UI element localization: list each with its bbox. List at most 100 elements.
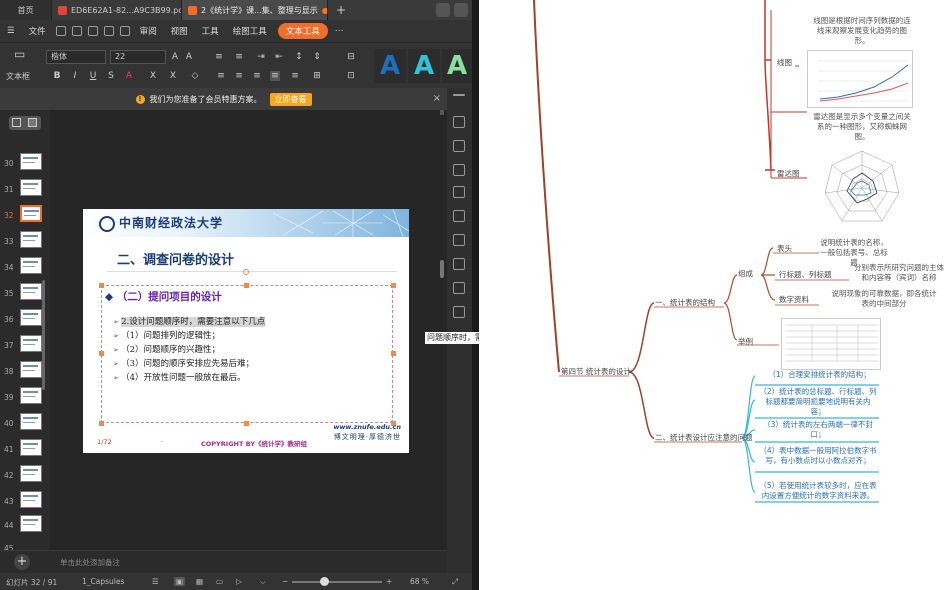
thumbnail[interactable]: 44 (4, 515, 48, 537)
resize-handle[interactable] (99, 421, 104, 426)
thumbnail[interactable]: 31 (4, 179, 48, 201)
line-chart-description[interactable]: 线图是根据时间序列数据的连线来观察发展变化趋势的图形。 (812, 16, 912, 45)
column-icon[interactable]: ⊞ (312, 71, 322, 81)
data-node[interactable]: 数字资料 (779, 294, 809, 305)
sorter-view-icon[interactable]: ▦ (196, 577, 203, 586)
font-shrink-icon[interactable]: A (184, 52, 194, 62)
quick-open-icon[interactable] (55, 26, 66, 36)
adjust-icon[interactable] (453, 258, 465, 270)
animation-icon[interactable] (453, 140, 465, 152)
rotate-handle-icon[interactable] (243, 269, 249, 275)
indent-icon[interactable]: ⇥ (256, 52, 266, 62)
row-col-node[interactable]: 行标题、列标题 (779, 269, 832, 280)
text-style-cyan-icon[interactable]: A (408, 49, 440, 83)
design-note-1[interactable]: （1）合理安排统计表的结构； (757, 370, 882, 380)
canvas-scrollbar[interactable] (440, 260, 444, 278)
thumbnail-scrollbar[interactable] (42, 280, 45, 390)
outdent-icon[interactable]: ⇤ (274, 52, 284, 62)
thumbnail[interactable]: 41 (4, 439, 48, 461)
bullets-icon[interactable]: ≡ (214, 52, 224, 62)
align-left-icon[interactable]: ≡ (216, 71, 226, 81)
tab-home[interactable]: 首页 (0, 0, 52, 20)
align-text-icon[interactable]: ⊟ (346, 52, 356, 62)
header-node[interactable]: 表头 (777, 243, 792, 254)
share-icon[interactable]: ⋯ (328, 26, 351, 36)
menu-file[interactable]: 文件 (22, 25, 53, 37)
fit-icon[interactable]: ⌵ (260, 577, 266, 587)
thumbnail[interactable]: 34 (4, 257, 48, 279)
property-icon[interactable] (453, 116, 465, 128)
tab-pdf[interactable]: ED6E62A1-82...A9C3B99.pdf × (52, 0, 182, 20)
zoom-slider[interactable] (292, 581, 382, 583)
resize-handle[interactable] (99, 351, 104, 356)
resize-handle[interactable] (99, 283, 104, 288)
subscript-icon[interactable]: X (168, 71, 178, 81)
thumbnail[interactable]: 33 (4, 231, 48, 253)
outline-view-icon[interactable] (28, 118, 37, 127)
font-name-select[interactable]: 楷体 (46, 50, 106, 64)
numbering-icon[interactable]: ≡ (234, 52, 244, 62)
split-divider[interactable] (472, 0, 479, 590)
font-color-icon[interactable]: A (124, 71, 134, 81)
composition-node[interactable]: 组成 (738, 268, 753, 279)
resize-handle[interactable] (244, 421, 249, 426)
notes-toggle-icon[interactable]: ☰ (152, 577, 159, 586)
tab-presentation[interactable]: 2《统计学》课...集、整理与显示 ● (182, 0, 328, 20)
radar-label[interactable]: 雷达图 (777, 168, 800, 179)
notes-placeholder[interactable]: 单击此处添加备注 (60, 557, 120, 568)
font-size-select[interactable]: 22 (110, 50, 166, 64)
clear-format-icon[interactable]: ◇ (190, 71, 200, 81)
thumbnail-selected[interactable]: 32 (4, 205, 48, 227)
superscript-icon[interactable]: X (148, 71, 158, 81)
design-note-4[interactable]: （4）表中数据一般用阿拉伯数字书写，有小数点时以小数点对齐； (759, 446, 877, 466)
justify-icon[interactable]: ≡ (270, 71, 280, 81)
menu-tools[interactable]: 工具 (195, 25, 226, 37)
bold-icon[interactable]: B (52, 71, 62, 81)
align-center-icon[interactable]: ≡ (234, 71, 244, 81)
zoom-slider-knob[interactable] (320, 577, 329, 586)
theme-name[interactable]: 1_Capsules (82, 577, 124, 586)
design-issues-node[interactable]: 二、统计表设计应注意的问题 (655, 432, 753, 443)
normal-view-icon[interactable]: ▣ (174, 577, 186, 586)
hamburger-icon[interactable]: ☰ (0, 26, 22, 36)
structure-node[interactable]: 一、统计表的结构 (655, 297, 715, 308)
menu-drawing-tools[interactable]: 绘图工具 (226, 25, 274, 37)
new-tab-button[interactable]: + (328, 3, 354, 17)
play-icon[interactable]: ▷ (236, 577, 242, 586)
text-box-label[interactable]: 文本框 (6, 71, 30, 82)
slide[interactable]: 中南财经政法大学 二、调查问卷的设计 （二）提问项目的设计 2.设计问题顺序时，… (83, 209, 409, 453)
thumb-view-icon[interactable] (12, 118, 21, 127)
thumbnail[interactable]: 40 (4, 413, 48, 435)
window-avatar-icon[interactable] (454, 3, 468, 17)
menu-lines-icon[interactable] (453, 94, 465, 96)
menu-text-tools[interactable]: 文本工具 (277, 23, 328, 39)
transition-icon[interactable] (453, 186, 465, 198)
underline-icon[interactable]: U (88, 71, 98, 81)
font-grow-icon[interactable]: A (170, 52, 180, 62)
example-table-image[interactable] (781, 318, 881, 370)
align-right-icon[interactable]: ≡ (252, 71, 262, 81)
quick-print-icon[interactable] (87, 26, 98, 36)
reading-view-icon[interactable]: ▭ (216, 577, 223, 586)
resize-handle[interactable] (391, 351, 396, 356)
resize-handle[interactable] (244, 283, 249, 288)
menu-view[interactable]: 视图 (164, 25, 195, 37)
picture-icon[interactable] (453, 306, 465, 318)
thumbnail[interactable]: 30 (4, 153, 48, 175)
smartart-icon[interactable]: ⊡ (346, 71, 356, 81)
data-description[interactable]: 说明现象的可靠数据，即各统计表的中间部分 (829, 289, 939, 309)
design-note-2[interactable]: （2）统计表的总标题、行标题、列标题都要简明扼要地说明有关内容； (759, 387, 877, 417)
redo-icon[interactable] (119, 26, 130, 36)
add-slide-button[interactable]: + (14, 554, 30, 570)
strike-icon[interactable]: S (106, 71, 116, 81)
thumbnail[interactable]: 43 (4, 491, 48, 513)
quick-save-icon[interactable] (71, 26, 82, 36)
text-style-green-icon[interactable]: A (442, 49, 472, 83)
select-icon[interactable] (453, 210, 465, 222)
view-toggle[interactable] (9, 116, 41, 130)
row-col-description[interactable]: 分别表示所研究问题的主体和内容等（宾词）名称 (854, 263, 944, 283)
design-note-5[interactable]: （5）若使用统计表较多时，应在表内设置方便统计的数字资料来源。 (759, 481, 877, 501)
distribute-icon[interactable]: ≡ (290, 71, 300, 81)
undo-icon[interactable] (103, 26, 114, 36)
notice-close-button[interactable]: × (433, 93, 441, 104)
